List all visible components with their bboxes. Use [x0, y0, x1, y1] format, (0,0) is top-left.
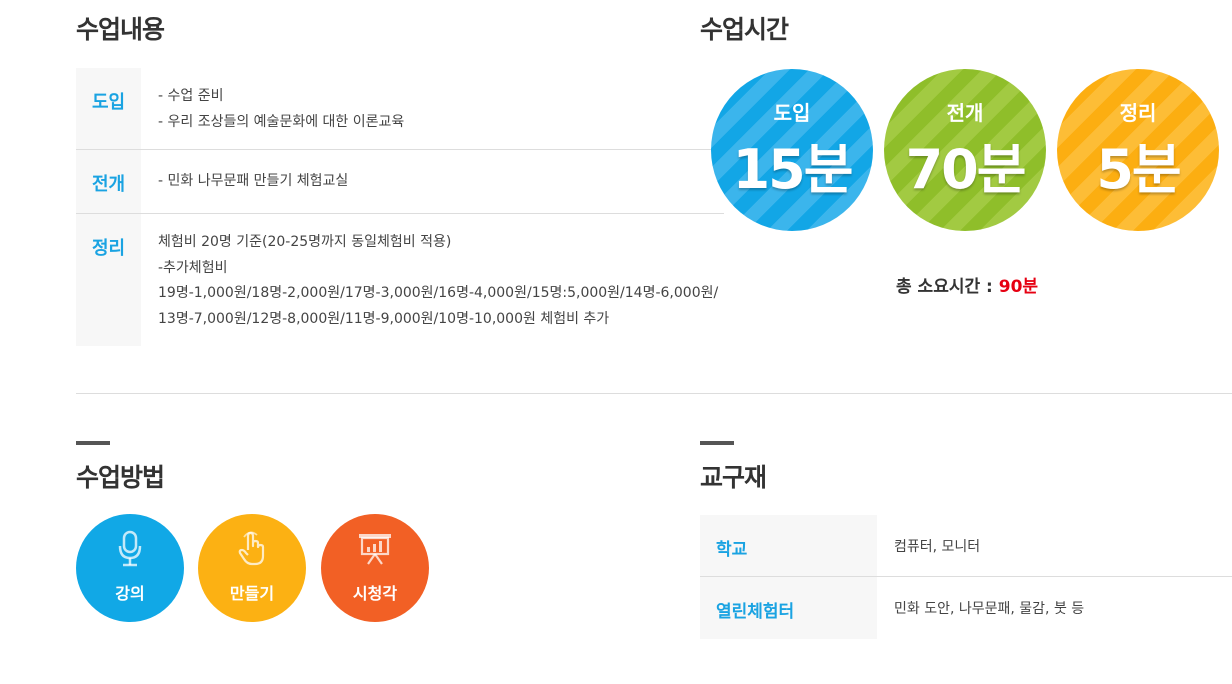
- method-making: 만들기: [198, 514, 306, 622]
- row-line: - 수업 준비: [158, 88, 224, 104]
- total-time-label: 총 소요시간 :: [896, 277, 999, 297]
- row-line: 체험비 20명 기준(20-25명까지 동일체험비 적용): [158, 234, 452, 250]
- row-head: 학교: [700, 515, 877, 576]
- row-body: 컴퓨터, 모니터: [894, 539, 981, 555]
- row-head: 열린체험터: [700, 577, 877, 639]
- row-body: - 수업 준비 - 우리 조상들의 예술문화에 대한 이론교육: [141, 68, 724, 149]
- time-circle-label: 전개: [946, 101, 984, 125]
- presentation-board-icon: [359, 534, 391, 565]
- time-circle-label: 정리: [1119, 101, 1157, 125]
- total-time-value: 90분: [998, 277, 1039, 297]
- row-head: 도입: [76, 68, 141, 149]
- row-body: 체험비 20명 기준(20-25명까지 동일체험비 적용) -추가체험비 19명…: [141, 214, 724, 346]
- time-circle-wrapup: 정리 5분: [1057, 69, 1219, 231]
- row-line: 13명-7,000원/12명-8,000원/11명-9,000원/10명-10,…: [158, 310, 610, 327]
- lesson-content-table: 도입 - 수업 준비 - 우리 조상들의 예술문화에 대한 이론교육 전개 - …: [76, 68, 724, 346]
- time-circle-value: 5분: [1096, 138, 1181, 201]
- method-audiovisual: 시청각: [321, 514, 429, 622]
- row-head: 정리: [76, 214, 141, 346]
- method-label: 시청각: [352, 584, 398, 603]
- method-label: 만들기: [229, 584, 275, 603]
- row-line: - 민화 나무문패 만들기 체험교실: [158, 173, 349, 189]
- row-body: 민화 도안, 나무문패, 물감, 붓 등: [894, 601, 1085, 617]
- method-label: 강의: [115, 584, 145, 603]
- materials-table: 학교 컴퓨터, 모니터 열린체험터 민화 도안, 나무문패, 물감, 붓 등: [700, 515, 1232, 639]
- lesson-content-title: 수업내용: [76, 15, 165, 44]
- time-circle-value: 15분: [732, 138, 854, 201]
- title-accent-bar: [700, 441, 734, 445]
- row-head: 전개: [76, 150, 141, 213]
- table-row: 도입 - 수업 준비 - 우리 조상들의 예술문화에 대한 이론교육: [76, 68, 724, 150]
- time-circle-development: 전개 70분: [884, 69, 1046, 231]
- method-lecture: 강의: [76, 514, 184, 622]
- row-line: - 우리 조상들의 예술문화에 대한 이론교육: [158, 113, 405, 130]
- microphone-icon: [118, 530, 142, 567]
- lesson-time-title: 수업시간: [700, 15, 789, 44]
- table-row: 열린체험터 민화 도안, 나무문패, 물감, 붓 등: [700, 577, 1232, 639]
- row-line: -추가체험비: [158, 259, 228, 276]
- row-line: 19명-1,000원/18명-2,000원/17명-3,000원/16명-4,0…: [158, 285, 719, 301]
- time-circle-intro: 도입 15분: [711, 69, 873, 231]
- table-row: 학교 컴퓨터, 모니터: [700, 515, 1232, 577]
- hand-pointer-icon: [238, 531, 265, 566]
- row-body: - 민화 나무문패 만들기 체험교실: [141, 150, 724, 213]
- table-row: 전개 - 민화 나무문패 만들기 체험교실: [76, 150, 724, 214]
- table-row: 정리 체험비 20명 기준(20-25명까지 동일체험비 적용) -추가체험비 …: [76, 214, 724, 346]
- time-circle-value: 70분: [905, 138, 1027, 201]
- materials-title: 교구재: [700, 463, 767, 492]
- time-circle-label: 도입: [773, 101, 811, 125]
- section-divider: [76, 393, 1232, 394]
- total-time: 총 소요시간 : 90분: [896, 272, 1038, 297]
- lesson-method-title: 수업방법: [76, 463, 165, 492]
- title-accent-bar: [76, 441, 110, 445]
